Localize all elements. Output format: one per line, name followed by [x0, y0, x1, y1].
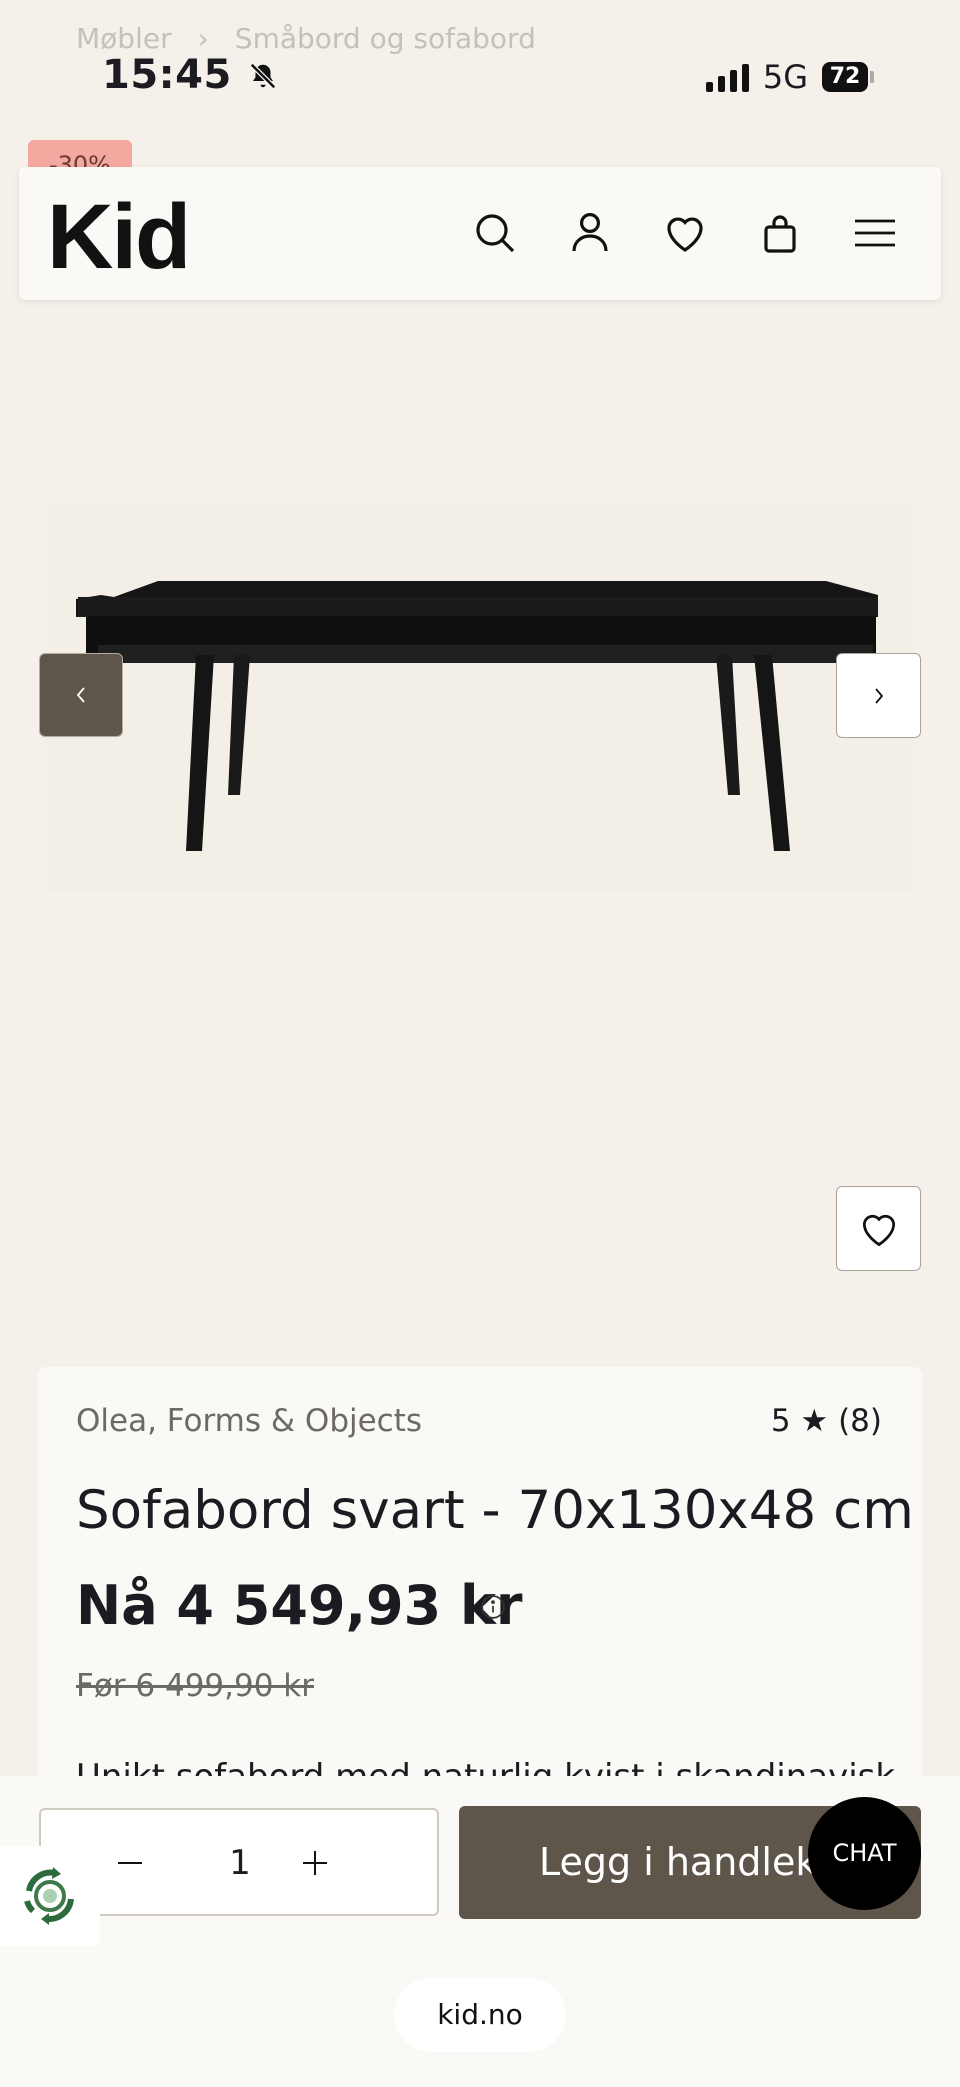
eco-badge[interactable]: [0, 1846, 100, 1946]
quantity-increase-button[interactable]: [290, 1838, 340, 1888]
info-icon[interactable]: [480, 1594, 506, 1620]
breadcrumb-item-smabord[interactable]: Småbord og sofabord: [235, 22, 536, 55]
recycle-icon: [24, 1867, 74, 1925]
site-header: Kid: [19, 167, 941, 300]
minus-icon: [118, 1862, 142, 1864]
chevron-left-icon: [76, 687, 85, 703]
breadcrumb: Møbler › Småbord og sofabord: [76, 22, 536, 55]
add-to-favorites-button[interactable]: [836, 1186, 921, 1271]
heart-icon[interactable]: [661, 209, 709, 257]
product-rating[interactable]: 5 ★ (8): [771, 1403, 882, 1439]
chevron-right-icon: [874, 687, 883, 704]
product-price: Nå 4 549,93 kr: [76, 1574, 523, 1637]
search-icon[interactable]: [471, 209, 519, 257]
chat-button[interactable]: CHAT: [808, 1797, 921, 1910]
heart-icon: [862, 1214, 895, 1246]
quantity-value[interactable]: 1: [225, 1843, 255, 1883]
plus-icon: [303, 1851, 327, 1875]
product-image[interactable]: [46, 505, 914, 891]
carousel-prev-button[interactable]: [39, 653, 123, 737]
browser-url-bar[interactable]: kid.no: [394, 1978, 566, 2052]
cellular-signal-icon: [705, 62, 749, 92]
battery-icon: 72: [822, 62, 874, 92]
quantity-decrease-button[interactable]: [105, 1838, 155, 1888]
network-type: 5G: [762, 58, 808, 96]
bell-muted-icon: [250, 62, 277, 90]
product-old-price: Før 6 499,90 kr: [76, 1668, 314, 1704]
status-indicators: 5G 72: [705, 58, 874, 96]
carousel-next-button[interactable]: [836, 653, 921, 738]
user-icon[interactable]: [566, 209, 614, 257]
breadcrumb-separator: ›: [197, 22, 209, 55]
battery-level: 72: [822, 62, 868, 92]
menu-icon[interactable]: [851, 209, 899, 257]
kid-logo[interactable]: Kid: [47, 185, 191, 290]
product-brand[interactable]: Olea, Forms & Objects: [76, 1403, 422, 1439]
status-time: 15:45: [102, 52, 278, 98]
breadcrumb-item-mobler[interactable]: Møbler: [76, 22, 172, 55]
shopping-bag-icon[interactable]: [756, 209, 804, 257]
coffee-table-illustration: [76, 581, 878, 851]
product-title: Sofabord svart - 70x130x48 cm: [76, 1480, 914, 1541]
